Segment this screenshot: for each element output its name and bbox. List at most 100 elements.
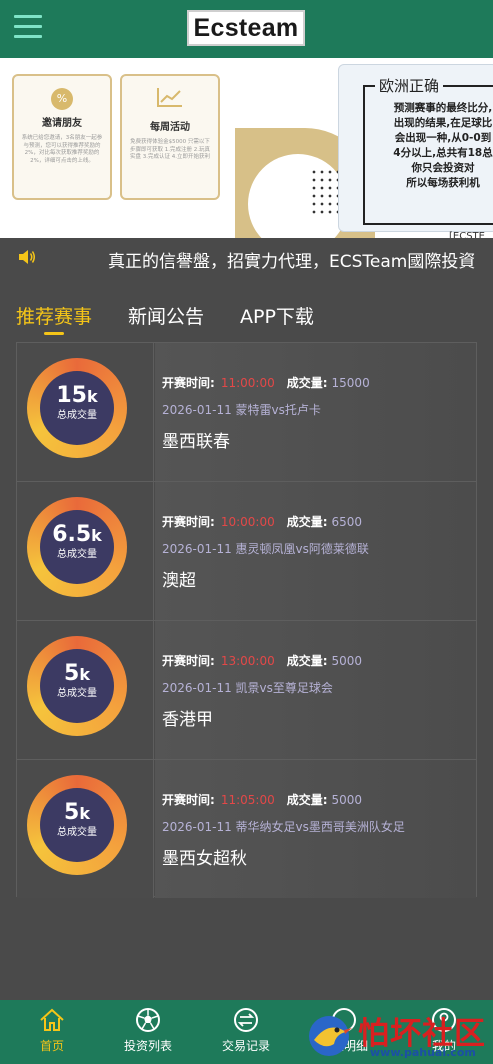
start-time: 11:05:00	[220, 793, 275, 807]
match-row[interactable]: 15k 总成交量 开赛时间: 11:00:00 成交量: 15000 2026-01-…	[17, 343, 476, 482]
marquee-text: 真正的信譽盤，招實力代理，ECSTeam國際投資	[108, 252, 476, 272]
tab-recommended-matches[interactable]: 推荐赛事	[16, 302, 92, 329]
volume-ring-center: 15k 总成交量	[40, 371, 114, 445]
chart-icon	[157, 88, 182, 107]
tab-news[interactable]: 新闻公告	[128, 302, 204, 329]
match-teams: 2026-01-11 蒙特雷vs托卢卡	[162, 403, 321, 417]
start-time-label: 开赛时间:	[162, 793, 215, 807]
info-line: 所以每场获利机	[406, 177, 480, 189]
volume-cell: 5k 总成交量	[17, 621, 154, 759]
volume-ring-center: 5k 总成交量	[40, 788, 114, 862]
volume-number: 5k	[64, 661, 90, 686]
ecsteam-logo[interactable]: Ecsteam	[187, 10, 305, 46]
tab-app-download[interactable]: APP下载	[240, 302, 314, 329]
start-time-label: 开赛时间:	[162, 515, 215, 529]
nav-transaction-records[interactable]: 交易记录	[206, 1006, 286, 1054]
volume-ring: 5k 总成交量	[27, 636, 127, 736]
nav-home[interactable]: 首页	[12, 1006, 92, 1054]
speaker-icon	[19, 250, 35, 264]
info-frame: 欧洲正确 预测赛事的最终比分, 出现的结果,在足球比 会出现一种,从0-0到 4…	[363, 75, 493, 242]
logo-text: Ecsteam	[193, 13, 299, 42]
weekly-card-title: 每周活动	[150, 122, 190, 133]
league-name: 香港甲	[162, 710, 213, 730]
volume-ring-center: 5k 总成交量	[40, 649, 114, 723]
match-time-line: 开赛时间: 13:00:00 成交量: 5000	[162, 652, 362, 669]
tab-bar: 推荐赛事 新闻公告 APP下载	[0, 300, 493, 340]
exchange-icon	[234, 1008, 258, 1032]
start-time: 10:00:00	[220, 515, 275, 529]
match-list: 15k 总成交量 开赛时间: 11:00:00 成交量: 15000 2026-01-…	[16, 342, 477, 899]
nav-investment-list[interactable]: 投资列表	[108, 1006, 188, 1054]
volume-ring: 6.5k 总成交量	[27, 497, 127, 597]
nav-transactions-label: 交易记录	[221, 1039, 270, 1053]
info-line: 出现的结果,在足球比	[393, 117, 493, 129]
match-info-cell: 开赛时间: 11:00:00 成交量: 15000 2026-01-11 蒙特雷vs托…	[155, 343, 476, 481]
match-info-cell: 开赛时间: 11:05:00 成交量: 5000 2026-01-11 蒂华纳女足vs…	[155, 760, 476, 898]
info-line: 4分以上,总共有18总	[393, 147, 493, 159]
volume-number: 15k	[56, 383, 98, 408]
nav-home-label: 首页	[39, 1039, 64, 1053]
volume-ring: 5k 总成交量	[27, 775, 127, 875]
volume-label: 总成交量	[57, 549, 97, 560]
league-name: 墨西联春	[162, 432, 230, 452]
match-teams: 2026-01-11 惠灵顿凤凰vs阿德莱德联	[162, 542, 369, 556]
promo-banner[interactable]: % 邀请朋友 系统已给您邀请，3名朋友一起参与预测，您可以获得推荐奖励的2%，对…	[0, 58, 493, 252]
volume-value: 6500	[331, 515, 363, 529]
volume-number: 6.5k	[52, 522, 102, 547]
hamburger-menu-icon[interactable]	[14, 15, 42, 39]
volume-label: 成交量:	[286, 654, 328, 668]
volume-value: 5000	[331, 654, 363, 668]
watermark-url: www.pahuai.com	[370, 1046, 476, 1059]
match-info-cell: 开赛时间: 13:00:00 成交量: 5000 2026-01-11 凯景vs至尊足…	[155, 621, 476, 759]
info-body: 预测赛事的最终比分, 出现的结果,在足球比 会出现一种,从0-0到 4分以上,总…	[373, 101, 493, 191]
site-watermark: 怕坏社区 www.pahuai.com	[300, 1004, 493, 1064]
match-row[interactable]: 5k 总成交量 开赛时间: 11:05:00 成交量: 5000 2026-01-11…	[17, 760, 476, 899]
match-time-line: 开赛时间: 10:00:00 成交量: 6500	[162, 513, 362, 530]
match-info-cell: 开赛时间: 10:00:00 成交量: 6500 2026-01-11 惠灵顿凤凰vs…	[155, 482, 476, 620]
active-tab-indicator	[44, 332, 64, 335]
top-header: Ecsteam	[0, 0, 493, 58]
volume-cell: 15k 总成交量	[17, 343, 154, 481]
match-time-line: 开赛时间: 11:00:00 成交量: 15000	[162, 374, 370, 391]
info-line: 预测赛事的最终比分,	[393, 102, 493, 114]
volume-ring: 15k 总成交量	[27, 358, 127, 458]
start-time-label: 开赛时间:	[162, 376, 215, 390]
volume-cell: 6.5k 总成交量	[17, 482, 154, 620]
invite-card-text: 系统已给您邀请，3名朋友一起参与预测，您可以获得推荐奖励的2%，对比每次获取推荐…	[21, 135, 103, 164]
start-time: 13:00:00	[220, 654, 275, 668]
info-line: 你只会投资对	[411, 162, 475, 174]
start-time: 11:00:00	[220, 376, 275, 390]
volume-label: 成交量:	[286, 793, 328, 807]
weekly-card-text: 免费获得体验金$5000 只需以下步骤即可获取 1.完成注册 2.玩真实盘 3.…	[130, 139, 210, 160]
volume-label: 总成交量	[57, 688, 97, 699]
invite-card-title: 邀请朋友	[42, 118, 82, 129]
home-icon	[40, 1008, 64, 1031]
announcement-marquee[interactable]: 真正的信譽盤，招實力代理，ECSTeam國際投資	[0, 238, 493, 276]
match-row[interactable]: 5k 总成交量 开赛时间: 13:00:00 成交量: 5000 2026-01-11…	[17, 621, 476, 760]
volume-label: 成交量:	[286, 376, 328, 390]
bird-logo-icon	[309, 1016, 352, 1056]
euro-correct-score-box: 欧洲正确 预测赛事的最终比分, 出现的结果,在足球比 会出现一种,从0-0到 4…	[338, 64, 493, 242]
start-time-label: 开赛时间:	[162, 654, 215, 668]
nav-investment-label: 投资列表	[123, 1039, 172, 1053]
volume-label: 总成交量	[57, 410, 97, 421]
volume-value: 15000	[331, 376, 370, 390]
match-time-line: 开赛时间: 11:05:00 成交量: 5000	[162, 791, 362, 808]
volume-value: 5000	[331, 793, 363, 807]
invite-friends-card: % 邀请朋友 系统已给您邀请，3名朋友一起参与预测，您可以获得推荐奖励的2%，对…	[12, 74, 112, 200]
volume-ring-center: 6.5k 总成交量	[40, 510, 114, 584]
league-name: 澳超	[162, 571, 196, 591]
info-title: 欧洲正确	[375, 75, 444, 96]
info-line: 会出现一种,从0-0到	[394, 132, 492, 144]
match-teams: 2026-01-11 蒂华纳女足vs墨西哥美洲队女足	[162, 820, 405, 834]
weekly-activity-card: 每周活动 免费获得体验金$5000 只需以下步骤即可获取 1.完成注册 2.玩真…	[120, 74, 220, 200]
match-row[interactable]: 6.5k 总成交量 开赛时间: 10:00:00 成交量: 6500 2026-01-…	[17, 482, 476, 621]
league-name: 墨西女超秋	[162, 849, 247, 869]
match-teams: 2026-01-11 凯景vs至尊足球会	[162, 681, 333, 695]
volume-number: 5k	[64, 800, 90, 825]
volume-cell: 5k 总成交量	[17, 760, 154, 898]
volume-label: 总成交量	[57, 827, 97, 838]
percent-icon: %	[51, 88, 73, 110]
volume-label: 成交量:	[286, 515, 328, 529]
soccer-ball-icon	[136, 1008, 160, 1032]
